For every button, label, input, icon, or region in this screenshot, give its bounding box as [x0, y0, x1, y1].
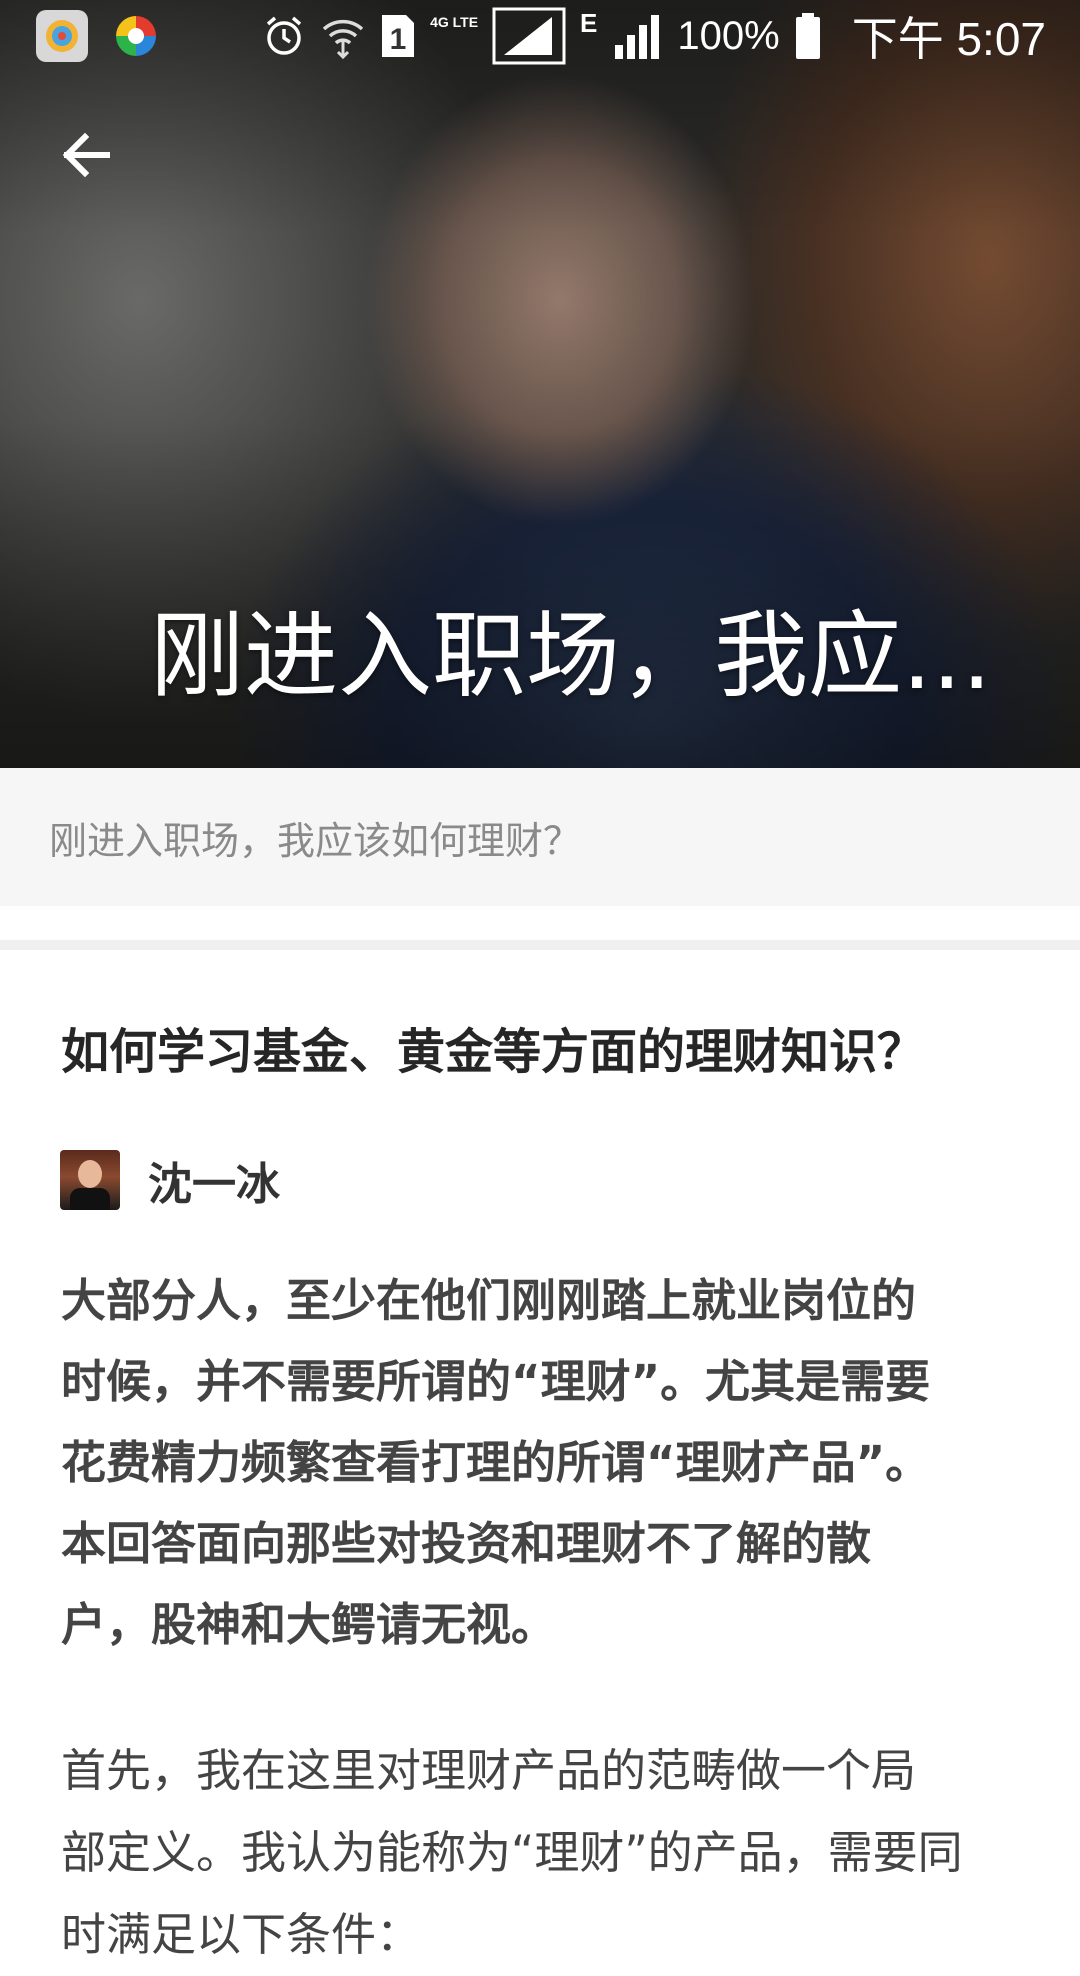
system-status-icons: 1 4G LTE E 100% 下午 5:07	[262, 6, 1046, 66]
wifi-icon	[320, 8, 366, 64]
signal-strength-icon	[492, 8, 566, 64]
answer-line: 时满足以下条件：	[61, 1894, 1021, 1976]
answer-line: 本回答面向那些对投资和理财不了解的散	[61, 1503, 1011, 1584]
answer-line: 花费精力频繁查看打理的所谓“理财产品”。	[61, 1422, 1011, 1503]
network-type-label: 4G LTE	[430, 14, 478, 30]
answer-content: 如何学习基金、黄金等方面的理财知识？ 沈一冰 大部分人，至少在他们刚刚踏上就业岗…	[0, 950, 1080, 1920]
topic-bar[interactable]: 刚进入职场，我应该如何理财？	[0, 768, 1080, 906]
topic-label: 刚进入职场，我应该如何理财？	[49, 810, 581, 865]
battery-percent: 100%	[677, 14, 779, 59]
sim-label: 1	[390, 23, 407, 56]
author-row[interactable]: 沈一冰	[60, 1148, 280, 1212]
section-divider	[0, 940, 1080, 950]
status-bar: 1 4G LTE E 100% 下午 5:07	[0, 0, 1080, 72]
answer-line: 户，股神和大鳄请无视。	[61, 1584, 1011, 1665]
question-title[interactable]: 如何学习基金、黄金等方面的理财知识？	[61, 1012, 1021, 1082]
answer-body-paragraph: 首先，我在这里对理财产品的范畴做一个局 部定义。我认为能称为“理财”的产品，需要…	[61, 1730, 1021, 1976]
arrow-left-icon	[57, 127, 113, 183]
battery-icon	[794, 8, 822, 64]
answer-line: 首先，我在这里对理财产品的范畴做一个局	[61, 1730, 1021, 1812]
notification-icons	[36, 10, 162, 62]
clock-time: 下午 5:07	[852, 3, 1046, 69]
avatar[interactable]	[60, 1150, 120, 1210]
sim-card-icon: 1	[380, 8, 416, 64]
signal-bars-icon	[611, 8, 663, 64]
alarm-clock-icon	[262, 8, 306, 64]
back-button[interactable]	[50, 120, 120, 190]
browser-notification-icon	[110, 10, 162, 62]
data-type-label: E	[580, 8, 597, 39]
hero-title: 刚进入职场，我应...	[150, 580, 1030, 716]
answer-line: 时候，并不需要所谓的“理财”。尤其是需要	[61, 1341, 1011, 1422]
app-notification-icon	[36, 10, 88, 62]
answer-line: 部定义。我认为能称为“理财”的产品，需要同	[61, 1812, 1021, 1894]
answer-line: 大部分人，至少在他们刚刚踏上就业岗位的	[61, 1260, 1011, 1341]
author-name[interactable]: 沈一冰	[148, 1148, 280, 1212]
answer-intro-paragraph: 大部分人，至少在他们刚刚踏上就业岗位的 时候，并不需要所谓的“理财”。尤其是需要…	[61, 1260, 1011, 1665]
